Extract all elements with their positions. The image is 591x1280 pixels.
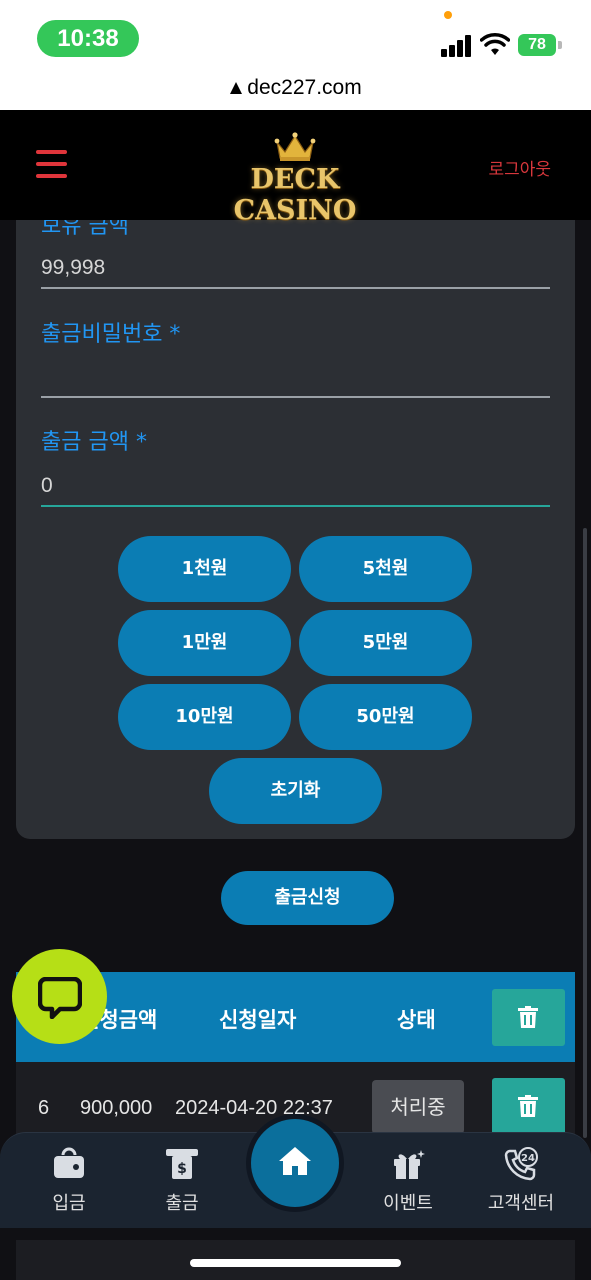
brand-name: DECK CASINO (233, 164, 357, 226)
delete-row-button[interactable] (492, 1078, 565, 1135)
amount-input[interactable]: 0 (41, 474, 53, 498)
site-logo[interactable]: DECK CASINO (192, 132, 398, 226)
password-underline (41, 396, 550, 398)
amount-5k-button[interactable]: 5천원 (299, 536, 472, 602)
status-time: 10:38 (37, 20, 139, 57)
crown-icon (274, 132, 316, 161)
password-label: 출금비밀번호 * (41, 322, 181, 347)
balance-value: 99,998 (41, 256, 106, 279)
battery-tip (558, 41, 562, 49)
scrollbar[interactable] (583, 528, 587, 1138)
row-amount: 900,000 (80, 1097, 153, 1119)
mic-indicator-icon (444, 11, 452, 19)
status-badge: 처리중 (372, 1080, 464, 1134)
home-button-ring (246, 1114, 344, 1212)
home-button[interactable] (251, 1119, 339, 1207)
menu-icon[interactable] (36, 150, 67, 178)
amount-underline (41, 505, 550, 507)
gift-icon (394, 1150, 425, 1179)
svg-text:$: $ (177, 1161, 187, 1177)
nav-event-label: 이벤트 (383, 1193, 433, 1214)
withdraw-apply-button[interactable]: 출금신청 (221, 871, 394, 925)
status-bar: 10:38 78 dec227.com (0, 0, 591, 110)
balance-underline (41, 287, 550, 289)
nav-deposit-label: 입금 (52, 1193, 86, 1214)
delete-all-button[interactable] (492, 989, 565, 1046)
url-bar[interactable]: dec227.com (0, 76, 591, 100)
atm-icon: $ (166, 1149, 198, 1179)
wallet-icon (54, 1147, 84, 1178)
nav-event[interactable]: 이벤트 (353, 1133, 463, 1229)
amount-50k-button[interactable]: 5만원 (299, 610, 472, 676)
nav-support-label: 고객센터 (487, 1193, 555, 1214)
home-icon (279, 1147, 311, 1175)
site-header: DECK CASINO 로그아웃 (0, 110, 591, 226)
amount-label: 출금 금액 * (41, 430, 147, 455)
nav-support[interactable]: 24 고객센터 (466, 1133, 576, 1229)
amount-1k-button[interactable]: 1천원 (118, 536, 291, 602)
logout-link[interactable]: 로그아웃 (488, 155, 551, 180)
amount-100k-button[interactable]: 10만원 (118, 684, 291, 750)
nav-withdraw-label: 출금 (165, 1193, 199, 1214)
row-number: 6 (38, 1097, 50, 1119)
chat-button[interactable] (12, 949, 107, 1044)
svg-text:24: 24 (521, 1153, 535, 1164)
nav-deposit[interactable]: 입금 (14, 1133, 124, 1229)
reset-button[interactable]: 초기화 (209, 758, 382, 824)
column-date: 신청일자 (219, 1008, 297, 1032)
column-status: 상태 (397, 1008, 436, 1032)
amount-10k-button[interactable]: 1만원 (118, 610, 291, 676)
amount-500k-button[interactable]: 50만원 (299, 684, 472, 750)
nav-withdraw[interactable]: $ 출금 (127, 1133, 237, 1229)
warning-icon (230, 82, 243, 94)
wifi-icon (480, 33, 510, 55)
signal-icon (441, 35, 473, 57)
trash-icon (518, 1095, 538, 1117)
trash-icon (518, 1006, 538, 1028)
support-24-icon: 24 (504, 1147, 538, 1181)
home-indicator[interactable] (190, 1259, 401, 1267)
battery-icon: 78 (518, 34, 556, 56)
url-text: dec227.com (247, 76, 362, 99)
chat-icon (38, 977, 82, 1019)
